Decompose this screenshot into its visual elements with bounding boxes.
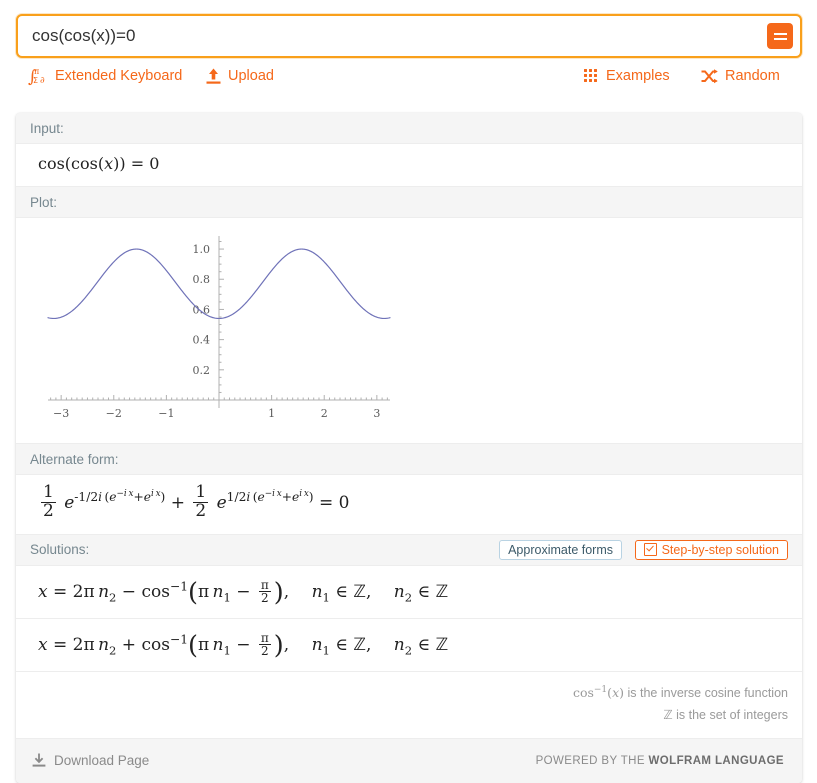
note-inverse-cosine: cos−1(x) is the inverse cosine function — [572, 684, 788, 700]
equals-icon — [773, 31, 787, 41]
search-bar — [16, 14, 802, 58]
random-button[interactable]: Random — [701, 64, 780, 88]
svg-text:−2: −2 — [106, 407, 122, 420]
powered-by-label: POWERED BY THE WOLFRAM LANGUAGE — [536, 755, 784, 767]
grid-icon — [584, 68, 599, 84]
shuffle-icon — [701, 68, 718, 83]
svg-text:π: π — [34, 67, 39, 76]
pod-header-plot: Plot: — [16, 186, 802, 218]
checkbox-checked-icon — [643, 543, 657, 557]
step-by-step-solution-label: Step-by-step solution — [661, 542, 779, 557]
extended-keyboard-label: Extended Keyboard — [55, 68, 183, 84]
svg-text:0.2: 0.2 — [193, 364, 211, 377]
svg-text:0.8: 0.8 — [193, 273, 211, 286]
solution-expression-2: x = 2π n2 + cos−1(π n1 − π 2), n1 ∈ ℤ, n2… — [38, 630, 449, 661]
svg-text:3: 3 — [373, 407, 380, 420]
pod-header-solutions: Solutions: Approximate forms Step-by-ste… — [16, 533, 802, 566]
upload-label: Upload — [228, 68, 274, 84]
pod-body-alternate-form: 12 e-1/2i (e−i x+ei x) + 12 e1/2i (e−i x… — [16, 475, 802, 534]
note-set-of-integers: ℤ is the set of integers — [663, 706, 788, 722]
pod-title-alternate-form: Alternate form: — [30, 451, 119, 467]
svg-text:1: 1 — [268, 407, 275, 420]
search-input[interactable] — [18, 16, 758, 56]
card-footer: Download Page POWERED BY THE WOLFRAM LAN… — [16, 737, 802, 783]
powered-prefix: POWERED BY THE — [535, 754, 649, 767]
solution-expression-1: x = 2π n2 − cos−1(π n1 − π 2), n1 ∈ ℤ, n2… — [38, 577, 449, 608]
download-page-button[interactable]: Download Page — [32, 753, 149, 768]
pod-body-plot: −3 −2 −1 1 2 3 0.2 0.4 0.6 0.8 1.0 — [16, 218, 802, 443]
download-icon — [32, 753, 46, 767]
step-by-step-solution-button[interactable]: Step-by-step solution — [634, 539, 788, 560]
download-page-label: Download Page — [54, 753, 150, 769]
pod-header-alternate-form: Alternate form: — [16, 443, 802, 475]
pod-header-input: Input: — [16, 113, 802, 144]
solution-row: x = 2π n2 + cos−1(π n1 − π 2), n1 ∈ ℤ, n2… — [16, 618, 802, 672]
random-label: Random — [725, 68, 780, 84]
svg-text:2: 2 — [321, 407, 328, 420]
search-submit-button[interactable] — [767, 23, 793, 49]
pod-title-solutions: Solutions: — [30, 542, 90, 558]
approximate-forms-label: Approximate forms — [508, 542, 613, 557]
extended-keyboard-button[interactable]: ∫ π Σ ∂ Extended Keyboard — [28, 64, 182, 88]
wolframalpha-result-page: ∫ π Σ ∂ Extended Keyboard Upload Example… — [0, 0, 817, 783]
pod-body-input: cos(cos(x)) = 0 — [16, 144, 802, 186]
extended-keyboard-icon: ∫ π Σ ∂ — [28, 67, 45, 86]
input-expression: cos(cos(x)) = 0 — [38, 154, 160, 173]
upload-button[interactable]: Upload — [206, 64, 274, 88]
svg-text:−3: −3 — [53, 407, 69, 420]
pod-title-input: Input: — [30, 120, 64, 136]
pod-title-plot: Plot: — [30, 194, 58, 210]
upload-icon — [206, 68, 221, 84]
svg-text:Σ: Σ — [33, 76, 38, 85]
approximate-forms-button[interactable]: Approximate forms — [499, 539, 622, 560]
solution-notes: cos−1(x) is the inverse cosine function … — [16, 671, 802, 738]
plot-chart: −3 −2 −1 1 2 30.20.40.60.81.0 — [47, 236, 391, 420]
result-card: Input: cos(cos(x)) = 0 Plot: −3 −2 −1 1 2 3 0.… — [16, 113, 802, 783]
alternate-form-expression: 12 e-1/2i (e−i x+ei x) + 12 e1/2i (e−i x… — [41, 482, 350, 521]
solution-row: x = 2π n2 − cos−1(π n1 − π 2), n1 ∈ ℤ, n2… — [16, 565, 802, 619]
svg-text:∂: ∂ — [40, 76, 45, 86]
svg-text:0.4: 0.4 — [193, 334, 211, 347]
powered-brand: WOLFRAM LANGUAGE — [648, 754, 784, 767]
svg-text:1.0: 1.0 — [193, 243, 211, 256]
examples-label: Examples — [606, 68, 670, 84]
examples-button[interactable]: Examples — [584, 64, 670, 88]
search-toolbar: ∫ π Σ ∂ Extended Keyboard Upload Example… — [16, 64, 802, 92]
svg-text:−1: −1 — [158, 407, 174, 420]
